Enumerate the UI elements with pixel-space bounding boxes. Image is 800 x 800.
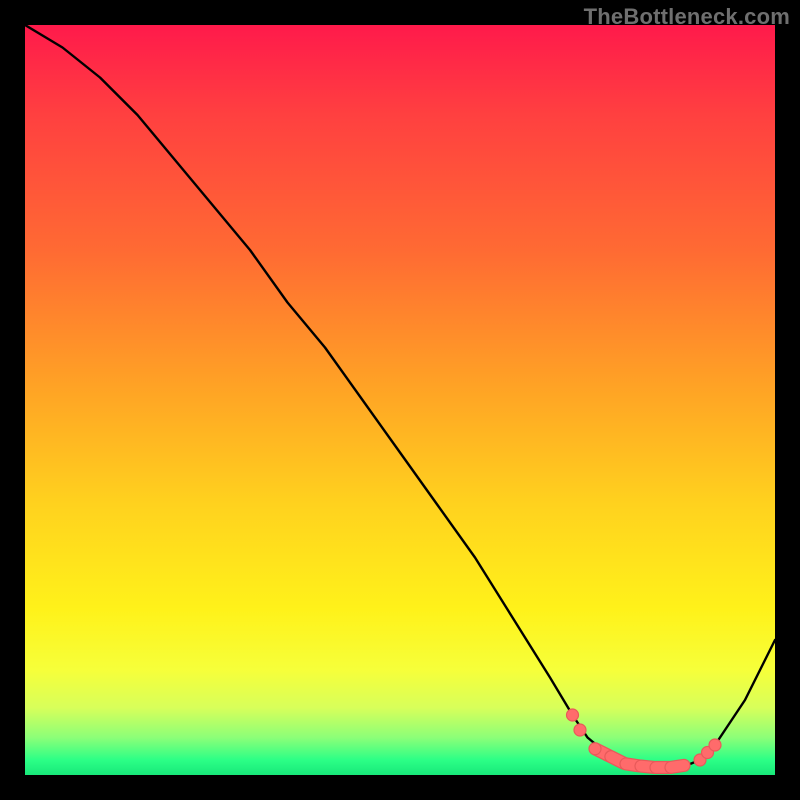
bottleneck-curve: [25, 25, 775, 768]
optimal-marker: [709, 739, 721, 751]
curve-overlay: [25, 25, 775, 775]
watermark-text: TheBottleneck.com: [584, 4, 790, 30]
optimal-marker: [589, 743, 601, 755]
optimal-marker: [567, 709, 579, 721]
optimal-zone-markers: [567, 709, 722, 774]
optimal-marker: [574, 724, 586, 736]
plot-area: [25, 25, 775, 775]
chart-frame: TheBottleneck.com: [0, 0, 800, 800]
